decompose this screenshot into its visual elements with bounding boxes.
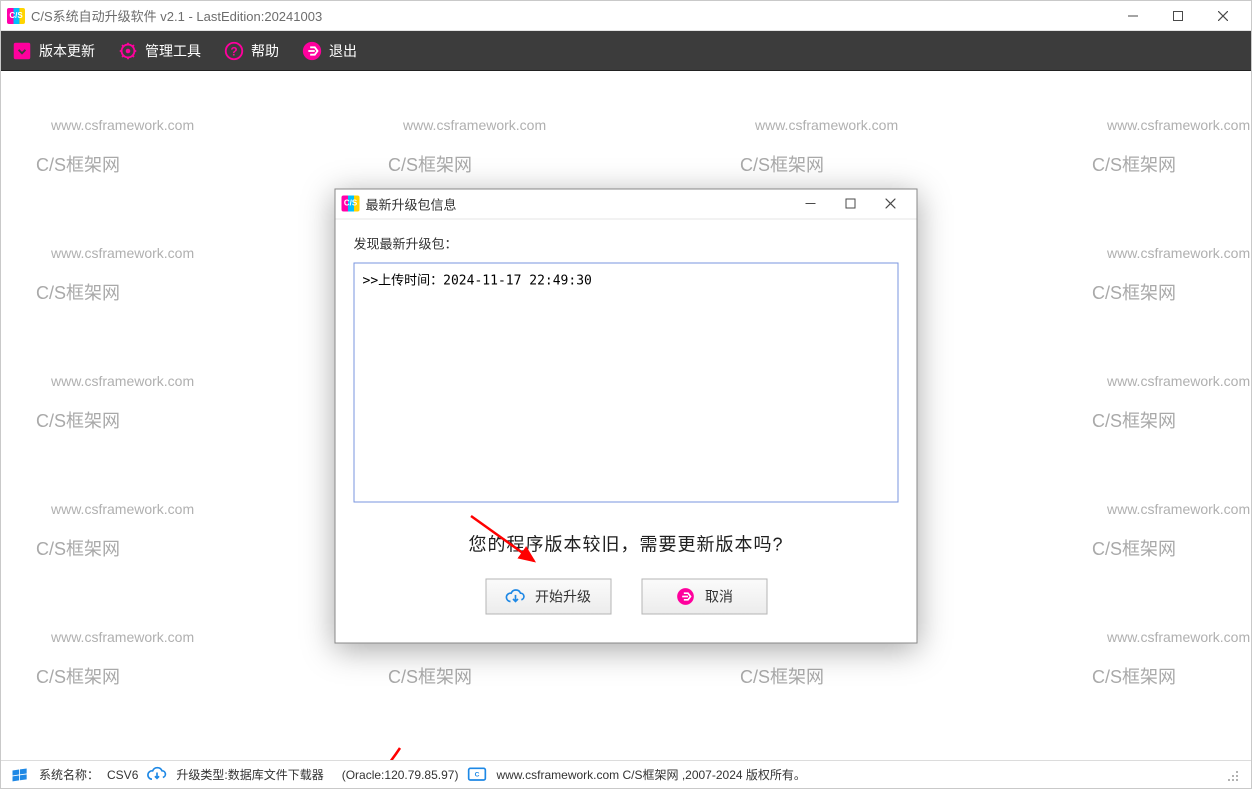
- upgrade-dialog: C/S 最新升级包信息 发现最新升级包： 您的程序版本较旧，: [335, 188, 918, 643]
- dialog-title: 最新升级包信息: [366, 194, 457, 213]
- sysname-value: CSV6: [107, 768, 138, 782]
- resize-grip-icon[interactable]: [1221, 765, 1243, 785]
- cloud-download-icon: [505, 586, 525, 606]
- toolbar-help-button[interactable]: ? 帮助: [223, 40, 279, 62]
- sysname-label: 系统名称：: [39, 766, 99, 783]
- cancel-label: 取消: [705, 586, 733, 606]
- download-icon: [11, 40, 33, 62]
- svg-text:C: C: [475, 771, 480, 778]
- window-title: C/S系统自动升级软件 v2.1 - LastEdition:20241003: [31, 6, 322, 25]
- upgrade-log-textarea[interactable]: [354, 262, 899, 502]
- svg-text:?: ?: [230, 44, 237, 58]
- help-icon: ?: [223, 40, 245, 62]
- start-upgrade-label: 开始升级: [535, 586, 591, 606]
- maximize-button[interactable]: [1155, 2, 1200, 30]
- dialog-close-button[interactable]: [871, 191, 911, 217]
- upgrade-type-label: 升级类型:数据库文件下载器: [176, 766, 323, 783]
- main-titlebar: C/S C/S系统自动升级软件 v2.1 - LastEdition:20241…: [1, 1, 1251, 31]
- toolbar-exit-button[interactable]: 退出: [301, 40, 357, 62]
- oracle-address: (Oracle:120.79.85.97): [342, 768, 459, 782]
- dialog-maximize-button[interactable]: [831, 191, 871, 217]
- found-package-label: 发现最新升级包：: [354, 233, 899, 252]
- exit-icon: [301, 40, 323, 62]
- main-toolbar: 版本更新 管理工具 ? 帮助 退出: [1, 31, 1251, 71]
- cloud-icon: [146, 765, 168, 785]
- dialog-minimize-button[interactable]: [791, 191, 831, 217]
- status-bar: 系统名称： CSV6 升级类型:数据库文件下载器 (Oracle:120.79.…: [1, 760, 1251, 788]
- dialog-titlebar: C/S 最新升级包信息: [336, 189, 917, 219]
- toolbar-update-button[interactable]: 版本更新: [11, 40, 95, 62]
- toolbar-exit-label: 退出: [329, 41, 357, 61]
- content-area: www.csframework.comwww.csframework.comww…: [1, 71, 1251, 760]
- cancel-button[interactable]: 取消: [641, 578, 767, 614]
- copyright-text: www.csframework.com C/S框架网 ,2007-2024 版权…: [496, 766, 805, 783]
- app-icon: C/S: [7, 8, 25, 24]
- cs-logo-icon: C: [466, 765, 488, 785]
- toolbar-update-label: 版本更新: [39, 41, 95, 61]
- upgrade-question-text: 您的程序版本较旧，需要更新版本吗?: [354, 530, 899, 556]
- start-upgrade-button[interactable]: 开始升级: [485, 578, 611, 614]
- windows-icon: [9, 765, 31, 785]
- toolbar-tools-label: 管理工具: [145, 41, 201, 61]
- close-button[interactable]: [1200, 2, 1245, 30]
- toolbar-help-label: 帮助: [251, 41, 279, 61]
- minimize-button[interactable]: [1110, 2, 1155, 30]
- toolbar-tools-button[interactable]: 管理工具: [117, 40, 201, 62]
- gear-icon: [117, 40, 139, 62]
- cancel-icon: [675, 586, 695, 606]
- dialog-app-icon: C/S: [342, 196, 360, 212]
